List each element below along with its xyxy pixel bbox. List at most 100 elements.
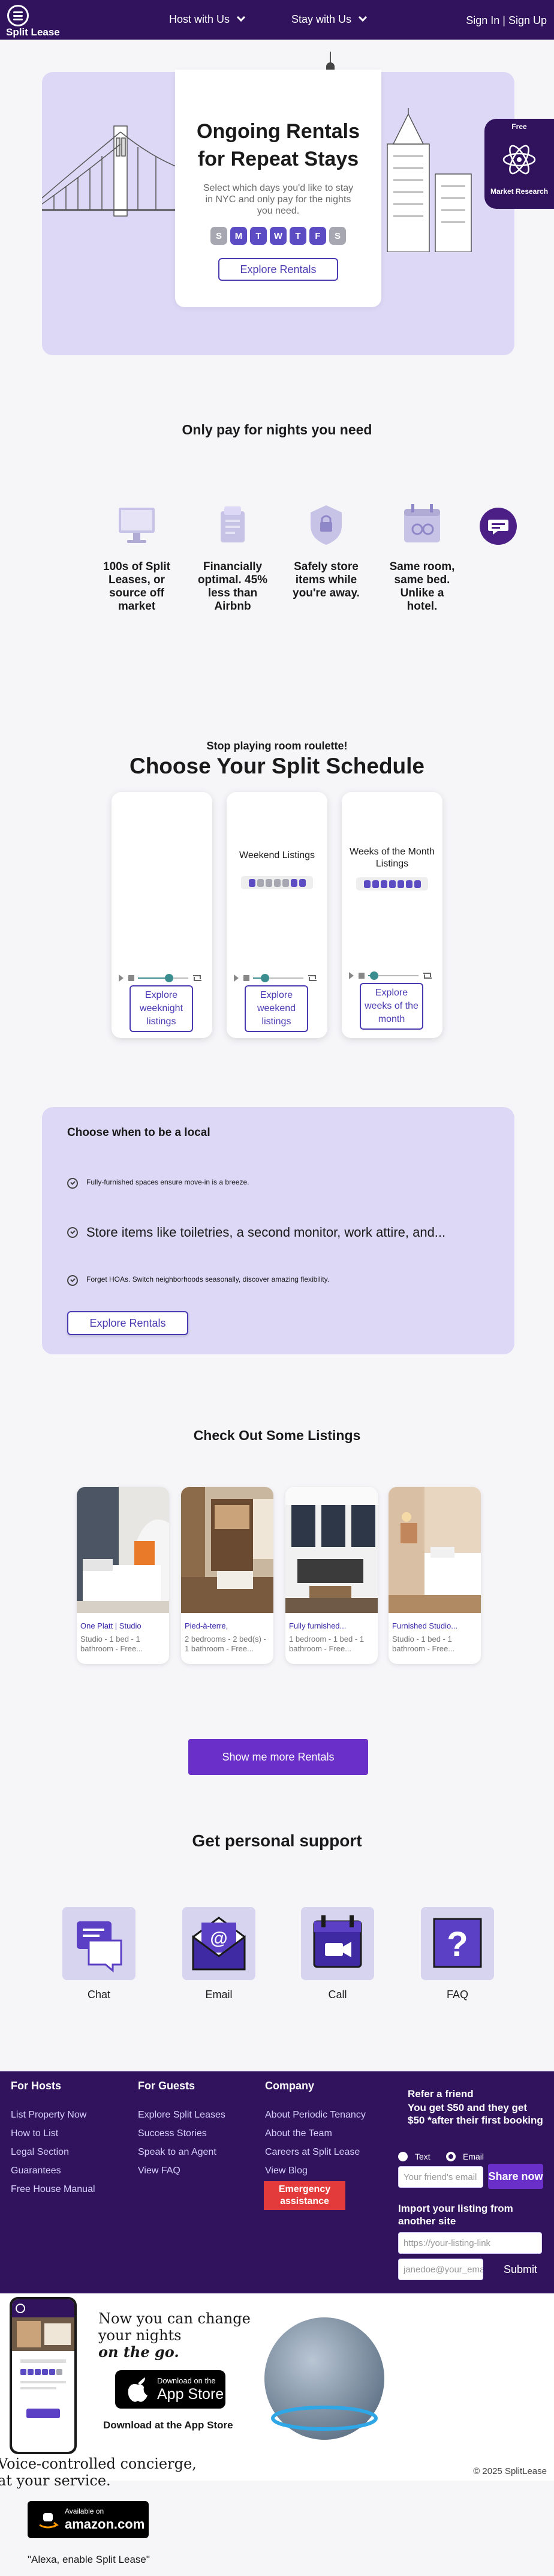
nav-host-with-us[interactable]: Host with Us — [169, 13, 246, 26]
market-research-tab[interactable]: Free Market Research — [484, 119, 554, 209]
support-label: Email — [205, 1989, 233, 2001]
local-point-text: Store items like toiletries, a second mo… — [86, 1225, 446, 1240]
day-toggle-wed[interactable]: W — [270, 227, 287, 245]
nav-stay-with-us[interactable]: Stay with Us — [291, 13, 368, 26]
listing-card[interactable]: Pied-à-terre, 2 bedrooms - 2 bed(s) - 1 … — [181, 1487, 273, 1664]
video-player-controls[interactable] — [233, 972, 321, 984]
footer-link[interactable]: Guarantees — [11, 2166, 61, 2176]
listing-url-input[interactable]: https://your-listing-link — [398, 2232, 542, 2254]
day-toggle-tue[interactable]: T — [250, 227, 267, 245]
value-prop-same-room: Same room, same bed. Unlike a hotel. — [385, 502, 459, 613]
sign-in-sign-up-link[interactable]: Sign In | Sign Up — [466, 14, 547, 27]
explore-rentals-button[interactable]: Explore Rentals — [218, 258, 338, 281]
footer-link[interactable]: View Blog — [265, 2166, 308, 2176]
footer-hosts-title: For Hosts — [11, 2080, 62, 2092]
explore-weeknight-button[interactable]: Explore weeknight listings — [130, 985, 193, 1032]
listing-photo — [181, 1487, 273, 1613]
chat-icon — [77, 1921, 122, 1973]
app-store-badge[interactable]: Download on the App Store — [115, 2370, 225, 2409]
import-submit-button[interactable]: Submit — [504, 2263, 537, 2276]
footer-link[interactable]: Success Stories — [138, 2128, 207, 2139]
support-email[interactable]: @ Email — [182, 1907, 255, 2001]
footer-link[interactable]: Free House Manual — [11, 2184, 95, 2195]
support-title: Get personal support — [192, 1831, 362, 1850]
schedule-card-weeks-of-month: Weeks of the Month Listings Explore week… — [342, 792, 442, 1038]
app-promo-line: on the go. — [98, 2343, 179, 2361]
alexa-quote: "Alexa, enable Split Lease" — [28, 2554, 150, 2565]
day-toggle-fri[interactable]: F — [309, 227, 326, 245]
savings-icon — [210, 502, 255, 547]
day-toggle-thu[interactable]: T — [290, 227, 306, 245]
chevron-down-icon — [358, 13, 368, 22]
import-title: Import your listing from another site — [398, 2203, 513, 2227]
listing-card[interactable]: One Platt | Studio Studio - 1 bed - 1 ba… — [77, 1487, 169, 1664]
value-prop-storage: Safely store items while you're away. — [289, 502, 363, 600]
video-player-controls[interactable] — [118, 972, 206, 984]
amazon-logo-icon — [39, 2513, 59, 2529]
chat-icon — [488, 520, 508, 535]
schedule-card-weekend: Weekend Listings Explore weekend listing… — [227, 792, 327, 1038]
alexa-promo-title: Voice-controlled concierge, at your serv… — [0, 2455, 197, 2489]
day-toggle-sun[interactable]: S — [210, 227, 227, 245]
emergency-assistance-button[interactable]: Emergency assistance — [264, 2181, 345, 2210]
schedule-card-weeknight: Explore weeknight listings — [112, 792, 212, 1038]
value-prop-savings: Financially optimal. 45% less than Airbn… — [195, 502, 270, 613]
site-header: Split Lease Host with Us Stay with Us Si… — [0, 0, 554, 40]
listing-photo — [285, 1487, 378, 1613]
footer-link[interactable]: Careers at Split Lease — [265, 2147, 360, 2158]
video-player-controls[interactable] — [348, 970, 436, 982]
listing-title[interactable]: One Platt | Studio — [80, 1621, 165, 1630]
footer-link[interactable]: About Periodic Tenancy — [265, 2110, 366, 2121]
skyline-illustration — [387, 108, 472, 252]
weeks-day-preview — [356, 877, 428, 890]
listing-card[interactable]: Furnished Studio... Studio - 1 bed - 1 b… — [389, 1487, 481, 1664]
chat-widget-button[interactable] — [480, 508, 517, 545]
share-now-button[interactable]: Share now — [488, 2164, 543, 2189]
day-toggle-mon[interactable]: M — [230, 227, 247, 245]
support-faq[interactable]: ? FAQ — [421, 1907, 494, 2001]
support-call[interactable]: Call — [301, 1907, 374, 2001]
day-toggle-sat[interactable]: S — [329, 227, 346, 245]
day-selector: S M T W T F S — [209, 227, 348, 246]
value-prop-text: Safely store items while you're away. — [293, 560, 360, 599]
apple-icon — [128, 2377, 147, 2402]
explore-weekend-button[interactable]: Explore weekend listings — [245, 985, 308, 1032]
app-promo-line: Now you can change — [98, 2310, 251, 2327]
amazon-badge[interactable]: Available on amazon.com — [28, 2501, 149, 2538]
footer-link[interactable]: Speak to an Agent — [138, 2147, 216, 2158]
footer-link[interactable]: About the Team — [265, 2128, 332, 2139]
footer-guests-title: For Guests — [138, 2080, 195, 2092]
chevron-down-icon — [236, 13, 246, 22]
footer-link[interactable]: View FAQ — [138, 2166, 180, 2176]
footer-link[interactable]: How to List — [11, 2128, 58, 2139]
alexa-line: at your service. — [0, 2472, 111, 2489]
footer-link[interactable]: List Property Now — [11, 2110, 86, 2121]
explore-rentals-button[interactable]: Explore Rentals — [67, 1311, 188, 1335]
brand-name[interactable]: Split Lease — [6, 26, 60, 38]
show-more-rentals-button[interactable]: Show me more Rentals — [188, 1739, 368, 1775]
local-point-text: Fully-furnished spaces ensure move-in is… — [86, 1178, 249, 1186]
support-chat[interactable]: Chat — [62, 1907, 136, 2001]
footer-link[interactable]: Legal Section — [11, 2147, 69, 2158]
hero-title-line1: Ongoing Rentals — [197, 120, 360, 143]
schedule-card-title: Weekend Listings — [239, 850, 315, 860]
listing-title[interactable]: Fully furnished... — [289, 1621, 374, 1630]
listing-title[interactable]: Pied-à-terre, — [185, 1621, 270, 1630]
alexa-line: Voice-controlled concierge, — [0, 2455, 197, 2472]
check-circle-icon — [67, 1227, 78, 1238]
refer-friend-email-input[interactable]: Your friend's email — [398, 2166, 483, 2188]
phone-mockup — [10, 2297, 77, 2454]
refer-email-radio[interactable] — [446, 2152, 456, 2161]
split-lease-logo-icon[interactable] — [7, 5, 29, 26]
app-screenshot — [12, 2299, 74, 2418]
footer-link[interactable]: Explore Split Leases — [138, 2110, 225, 2121]
refer-text-label: Text — [415, 2152, 430, 2161]
refer-text-radio[interactable] — [398, 2152, 408, 2161]
listing-card[interactable]: Fully furnished... 1 bedroom - 1 bed - 1… — [285, 1487, 378, 1664]
explore-weeks-of-month-button[interactable]: Explore weeks of the month — [360, 983, 423, 1030]
import-email-input[interactable]: janedoe@your_email.com — [398, 2259, 483, 2280]
market-research-label: Market Research — [490, 187, 549, 196]
brooklyn-bridge-illustration — [42, 125, 180, 217]
footer-company-title: Company — [265, 2080, 315, 2092]
listing-title[interactable]: Furnished Studio... — [392, 1621, 477, 1630]
